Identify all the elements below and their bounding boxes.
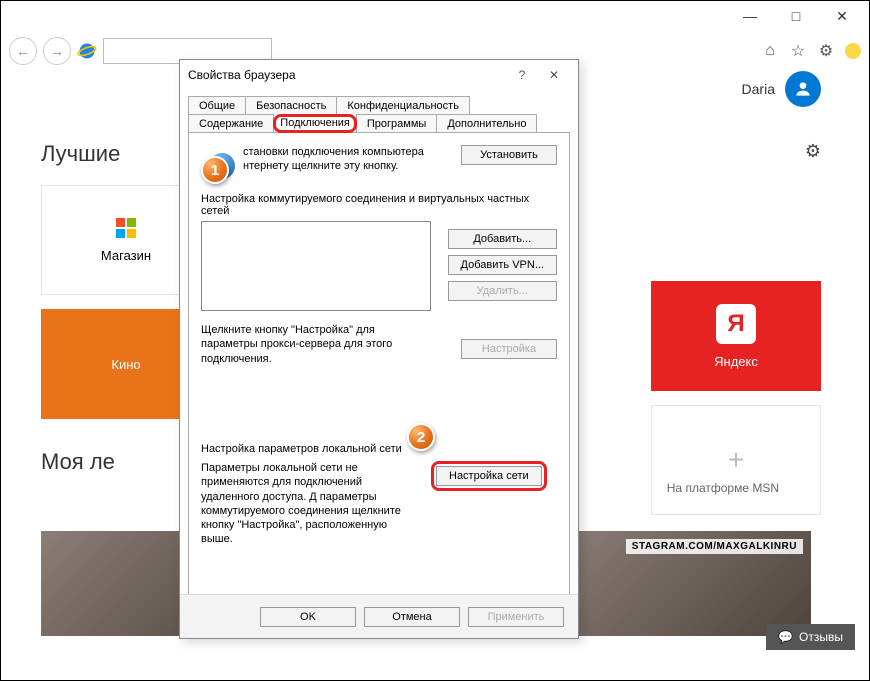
window-maximize-button[interactable]: □ xyxy=(773,1,819,31)
tile-add[interactable]: + xyxy=(651,405,821,515)
tile-label: Яндекс xyxy=(714,354,758,369)
lan-group-label: Настройка параметров локальной сети xyxy=(201,443,557,455)
platform-label: На платформе MSN xyxy=(667,481,779,495)
window-minimize-button[interactable]: — xyxy=(727,1,773,31)
lan-settings-button[interactable]: Настройка сети xyxy=(436,466,542,486)
window-titlebar: — □ ✕ xyxy=(1,1,869,31)
lan-button-highlight: Настройка сети xyxy=(431,461,547,491)
tab-connections[interactable]: Подключения xyxy=(273,114,357,133)
user-profile[interactable]: Daria xyxy=(742,71,821,107)
setup-description: становки подключения компьютера нтернету… xyxy=(243,145,453,174)
lan-description: Параметры локальной сети не применяются … xyxy=(201,461,421,547)
proxy-hint-label: Щелкните кнопку "Настройка" для параметр… xyxy=(201,323,431,366)
apply-button: Применить xyxy=(468,607,564,627)
tab-security[interactable]: Безопасность xyxy=(245,96,337,115)
browser-properties-dialog: Свойства браузера ? ✕ Общие Безопасность… xyxy=(179,59,579,639)
add-vpn-button[interactable]: Добавить VPN... xyxy=(448,255,557,275)
tile-column-right: Я Яндекс + xyxy=(651,281,821,515)
tools-gear-icon[interactable]: ⚙ xyxy=(817,42,835,60)
page-settings-gear-icon[interactable]: ⚙ xyxy=(805,141,821,162)
tab-programs[interactable]: Программы xyxy=(356,114,437,133)
user-name-label: Daria xyxy=(742,81,775,97)
feedback-button[interactable]: 💬 Отзывы xyxy=(766,624,855,650)
callout-badge-1: 1 xyxy=(201,156,229,184)
lan-group: Настройка параметров локальной сети Пара… xyxy=(201,443,557,547)
setup-button[interactable]: Установить xyxy=(461,145,557,165)
speech-bubble-icon: 💬 xyxy=(778,630,793,644)
ie-logo-icon xyxy=(77,41,97,61)
news-card[interactable]: STAGRAM.COM/MAXGALKINRU xyxy=(561,531,811,636)
dialog-close-button[interactable]: ✕ xyxy=(538,68,570,82)
tab-advanced[interactable]: Дополнительно xyxy=(436,114,537,133)
connections-listbox[interactable] xyxy=(201,221,431,311)
dialog-titlebar: Свойства браузера ? ✕ xyxy=(180,60,578,90)
dialup-group-label: Настройка коммутируемого соединения и ви… xyxy=(201,193,557,217)
window-close-button[interactable]: ✕ xyxy=(819,1,865,31)
dialog-tabstrip: Общие Безопасность Конфиденциальность Со… xyxy=(180,90,578,133)
forward-button[interactable]: → xyxy=(43,37,71,65)
feedback-label: Отзывы xyxy=(799,630,843,644)
connection-settings-button: Настройка xyxy=(461,339,557,359)
delete-connection-button: Удалить... xyxy=(448,281,557,301)
home-icon[interactable]: ⌂ xyxy=(761,42,779,60)
tab-privacy[interactable]: Конфиденциальность xyxy=(336,96,470,115)
tile-label: Кино xyxy=(111,357,140,372)
tile-label: Магазин xyxy=(101,248,151,263)
dialog-footer: OK Отмена Применить xyxy=(180,594,578,638)
tab-panel-connections: становки подключения компьютера нтернету… xyxy=(188,132,570,602)
back-button[interactable]: ← xyxy=(9,37,37,65)
tile-yandex[interactable]: Я Яндекс xyxy=(651,281,821,391)
news-card-tag: STAGRAM.COM/MAXGALKINRU xyxy=(626,539,803,554)
cancel-button[interactable]: Отмена xyxy=(364,607,460,627)
ok-button[interactable]: OK xyxy=(260,607,356,627)
tab-general[interactable]: Общие xyxy=(188,96,246,115)
yandex-logo-icon: Я xyxy=(716,304,756,344)
microsoft-logo-icon xyxy=(116,218,136,238)
callout-badge-2: 2 xyxy=(407,423,435,451)
tab-content[interactable]: Содержание xyxy=(188,114,274,133)
favorites-icon[interactable]: ☆ xyxy=(789,42,807,60)
feedback-smiley-icon[interactable] xyxy=(845,43,861,59)
dialog-help-button[interactable]: ? xyxy=(506,68,538,82)
avatar-icon xyxy=(785,71,821,107)
dialog-title: Свойства браузера xyxy=(188,68,296,82)
add-connection-button[interactable]: Добавить... xyxy=(448,229,557,249)
